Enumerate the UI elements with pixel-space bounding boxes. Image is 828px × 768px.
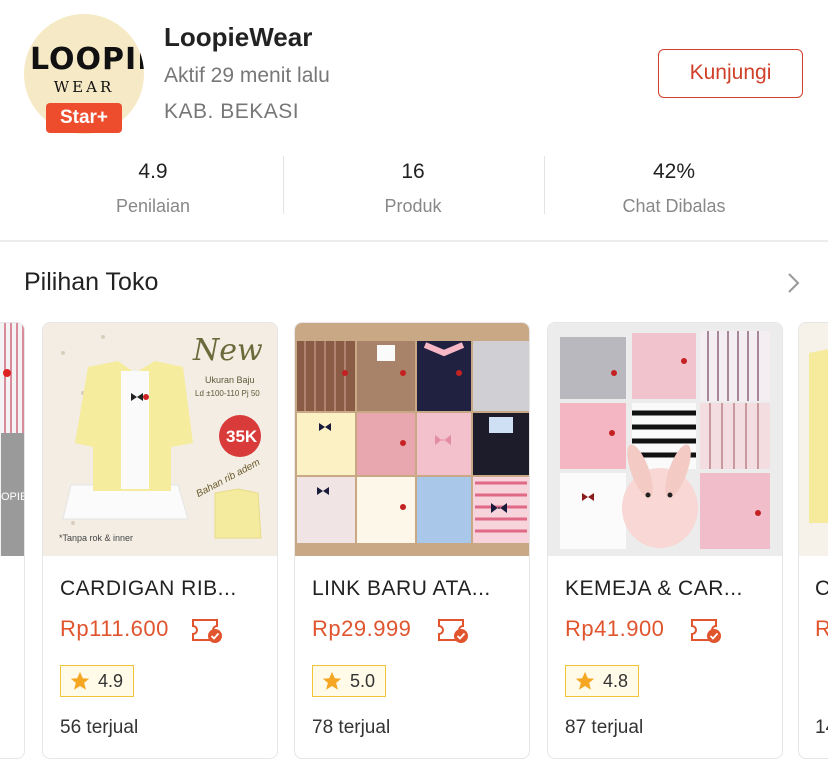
sold-count: 14 — [815, 717, 828, 738]
image-new-text: New — [193, 333, 263, 368]
star-plus-badge: Star+ — [46, 103, 122, 133]
image-note-text: *Tanpa rok & inner — [59, 533, 134, 543]
product-image — [548, 323, 782, 556]
rating-badge: 4.9 — [60, 665, 135, 697]
section-title: Pilihan Toko — [24, 268, 159, 296]
voucher-icon — [438, 619, 468, 643]
rating-badge: 4.8 — [565, 665, 640, 697]
product-price: Rp111.600 — [60, 616, 169, 641]
star-icon — [575, 671, 595, 690]
voucher-icon — [192, 619, 222, 643]
product-title: LINK BARU ATA... — [312, 577, 491, 600]
sold-count: 56 terjual — [60, 717, 139, 738]
voucher-icon — [691, 619, 721, 643]
stat-rating[interactable]: 4.9 Penilaian — [23, 150, 283, 217]
logo-text: LOOPIE — [30, 42, 144, 77]
logo-subtext: WEAR — [53, 78, 115, 96]
shop-status: Aktif 29 menit lalu — [164, 64, 330, 87]
visit-shop-button[interactable]: Kunjungi — [658, 49, 803, 98]
product-title: KEMEJA & CAR... — [565, 577, 743, 600]
shop-header: LOOPIE WEAR Star+ LoopieWear Aktif 29 me… — [0, 0, 828, 150]
stat-value: 4.9 — [138, 160, 168, 183]
stat-label: Penilaian — [115, 196, 191, 216]
rating-badge: 5.0 — [312, 665, 387, 697]
chevron-right-icon[interactable] — [780, 270, 806, 296]
stat-products[interactable]: 16 Produk — [283, 150, 543, 217]
product-image: New Ukuran Baju Ld ±100-110 Pj 50 35K Ba… — [43, 323, 277, 556]
sold-count: 78 terjual — [312, 717, 391, 738]
product-image — [0, 323, 24, 556]
product-card-partial-right[interactable]: C R 14 — [798, 322, 828, 759]
product-card[interactable]: New Ukuran Baju Ld ±100-110 Pj 50 35K Ba… — [42, 322, 278, 759]
rating-value: 5.0 — [350, 670, 376, 691]
product-image — [799, 323, 828, 556]
product-image — [295, 323, 529, 556]
product-price: R — [815, 616, 828, 642]
image-promo-text: 35K — [226, 427, 258, 446]
star-icon — [70, 671, 90, 690]
product-card-partial-left[interactable]: OPIE. — [0, 322, 25, 759]
stat-value: 16 — [401, 160, 425, 183]
product-title: CARDIGAN RIB... — [60, 577, 237, 600]
stat-chat[interactable]: 42% Chat Dibalas — [544, 150, 804, 217]
rating-value: 4.8 — [603, 670, 629, 691]
stat-label: Chat Dibalas — [622, 196, 726, 216]
image-size-text: Ukuran Baju — [205, 375, 255, 385]
section-divider — [0, 240, 828, 242]
shop-name: LoopieWear — [164, 22, 313, 52]
product-title: C — [815, 577, 828, 601]
sold-count: 87 terjual — [565, 717, 644, 738]
product-card[interactable]: LINK BARU ATA... Rp29.999 5.0 78 terjual — [294, 322, 530, 759]
product-card[interactable]: KEMEJA & CAR... Rp41.900 4.8 87 terjual — [547, 322, 783, 759]
product-price: Rp41.900 — [565, 616, 665, 641]
rating-value: 4.9 — [98, 670, 124, 691]
shop-stats: 4.9 Penilaian 16 Produk 42% Chat Dibalas — [0, 150, 828, 230]
product-price: Rp29.999 — [312, 616, 412, 641]
stat-value: 42% — [652, 160, 696, 183]
stat-label: Produk — [384, 196, 442, 216]
image-size2-text: Ld ±100-110 Pj 50 — [195, 389, 260, 398]
shop-location: KAB. BEKASI — [164, 100, 300, 123]
star-icon — [322, 671, 342, 690]
image-logo-text: OPIE. — [1, 491, 24, 503]
